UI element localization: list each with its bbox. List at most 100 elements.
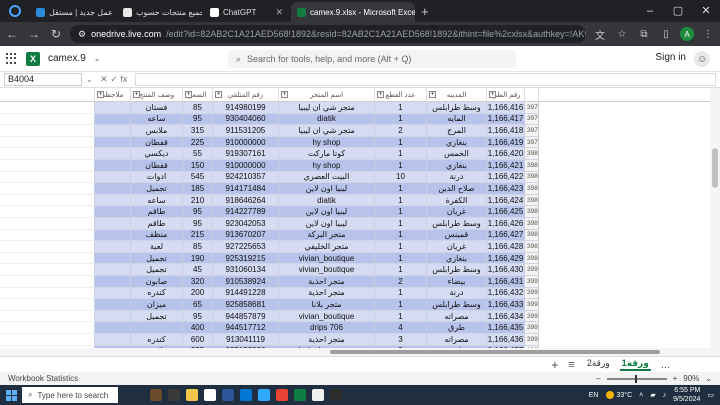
table-cell[interactable] <box>95 113 131 126</box>
table-cell[interactable] <box>95 136 131 149</box>
maximize-icon[interactable]: ▢ <box>664 0 692 22</box>
table-cell[interactable]: 1,166,434 <box>487 310 525 323</box>
table-cell[interactable] <box>95 218 131 230</box>
windows-start-icon[interactable] <box>0 385 22 405</box>
table-cell[interactable]: hy shop <box>279 136 375 149</box>
column-header[interactable]: ▾ السعر <box>183 88 213 102</box>
browser-tab[interactable]: ChatGPT ✕ <box>204 2 289 22</box>
table-row[interactable]: ادوات 545 924210357 البيت العصري 10 درنة 1,166… <box>0 171 720 184</box>
row-number[interactable]: 3992 <box>525 287 539 300</box>
table-cell[interactable]: غريان <box>427 241 487 253</box>
table-cell[interactable]: 1 <box>375 310 427 323</box>
table-cell[interactable]: قفطان <box>131 160 183 172</box>
empty-cells[interactable] <box>0 125 95 137</box>
table-cell[interactable]: الكفرة <box>427 194 487 207</box>
table-cell[interactable] <box>95 229 131 242</box>
filter-dropdown-icon[interactable]: ▾ <box>215 91 222 98</box>
table-cell[interactable]: طرق <box>427 322 487 334</box>
table-cell[interactable] <box>95 125 131 137</box>
row-number[interactable]: 3977 <box>525 113 539 126</box>
table-cell[interactable] <box>95 299 131 311</box>
table-cell[interactable]: 918646264 <box>213 194 279 207</box>
table-cell[interactable]: 65 <box>183 299 213 311</box>
minimize-icon[interactable]: – <box>636 0 664 22</box>
table-row[interactable]: ديكسي 55 919307161 كوتا ماركت 1 الخمس 1,166,42… <box>0 148 720 160</box>
table-cell[interactable]: 400 <box>183 322 213 334</box>
word-icon[interactable] <box>222 389 234 401</box>
table-cell[interactable]: 600 <box>183 334 213 346</box>
row-number[interactable]: 3985 <box>525 206 539 218</box>
profile-avatar[interactable]: A <box>680 27 694 41</box>
table-cell[interactable]: غريان <box>427 206 487 218</box>
browser-tab[interactable]: حسابات حسوب - جميع منتجات حسوب✕ <box>117 2 202 22</box>
volume-icon[interactable]: ♪ <box>663 392 667 399</box>
row-number[interactable]: 3983 <box>525 183 539 195</box>
table-cell[interactable]: 1 <box>375 287 427 300</box>
table-cell[interactable] <box>95 148 131 160</box>
vertical-scroll-thumb[interactable] <box>712 148 718 188</box>
table-cell[interactable]: 45 <box>183 264 213 276</box>
column-header[interactable]: ▾ عدد القطع <box>375 88 427 102</box>
table-cell[interactable]: 545 <box>183 171 213 184</box>
workbook-statistics[interactable]: Workbook Statistics <box>8 374 78 383</box>
table-cell[interactable] <box>95 287 131 300</box>
chevron-down-icon[interactable]: ⌄ <box>86 75 93 84</box>
table-cell[interactable]: 1 <box>375 229 427 242</box>
table-cell[interactable]: 1 <box>375 102 427 114</box>
table-cell[interactable]: 315 <box>183 125 213 137</box>
table-cell[interactable]: لعبة <box>131 241 183 253</box>
table-cell[interactable]: drips 706 <box>279 322 375 334</box>
table-cell[interactable]: 913041119 <box>213 334 279 346</box>
empty-cells[interactable] <box>0 310 95 323</box>
fx-icon[interactable]: fx <box>120 74 127 84</box>
table-cell[interactable]: 1 <box>375 183 427 195</box>
chevron-down-icon[interactable]: ⌄ <box>94 54 101 63</box>
table-cell[interactable]: تجميل <box>131 252 183 265</box>
forward-icon[interactable]: → <box>26 27 42 41</box>
table-cell[interactable]: 1 <box>375 148 427 160</box>
table-cell[interactable] <box>95 206 131 218</box>
table-cell[interactable]: بيضاء <box>427 276 487 288</box>
confirm-icon[interactable]: ✓ <box>110 74 118 84</box>
table-cell[interactable]: الخمس <box>427 148 487 160</box>
extensions-icon[interactable]: ⧉ <box>636 29 652 40</box>
table-cell[interactable]: كندره <box>131 334 183 346</box>
table-cell[interactable]: 944857879 <box>213 310 279 323</box>
row-number[interactable]: 3976 <box>525 102 539 114</box>
table-cell[interactable]: 1,166,417 <box>487 113 525 126</box>
task-view-icon[interactable] <box>168 389 180 401</box>
table-cell[interactable]: بنغازي <box>427 160 487 172</box>
horizontal-scrollbar[interactable] <box>0 348 720 356</box>
table-cell[interactable]: متجر شي ان ليبيا <box>279 125 375 137</box>
table-cell[interactable]: 1,166,421 <box>487 160 525 172</box>
table-cell[interactable]: المايه <box>427 113 487 126</box>
row-number[interactable]: 3987 <box>525 229 539 242</box>
table-row[interactable]: تجميل 185 914171484 ليبيا اون لاين 1 صلاح الد… <box>0 183 720 195</box>
zoom-slider-handle[interactable] <box>634 374 637 383</box>
table-cell[interactable]: 927225653 <box>213 241 279 253</box>
store-icon[interactable] <box>204 389 216 401</box>
row-number[interactable]: 3986 <box>525 218 539 230</box>
vertical-scrollbar[interactable] <box>710 88 720 352</box>
horizontal-scroll-thumb[interactable] <box>330 350 660 354</box>
network-icon[interactable]: ▰ <box>650 391 655 399</box>
row-number[interactable]: 3989 <box>525 252 539 265</box>
empty-cells[interactable] <box>0 194 95 207</box>
football-widget-icon[interactable] <box>150 389 162 401</box>
table-cell[interactable]: تجميل <box>131 183 183 195</box>
table-cell[interactable]: 10 <box>375 171 427 184</box>
row-number[interactable]: 3996 <box>525 334 539 346</box>
table-cell[interactable]: صابون <box>131 276 183 288</box>
table-cell[interactable]: 2 <box>375 276 427 288</box>
table-row[interactable]: لعبة 85 927225653 متجر الخليفي 1 غريان 1,166,4… <box>0 241 720 253</box>
row-number[interactable]: 3994 <box>525 310 539 323</box>
empty-cells[interactable] <box>0 102 95 114</box>
table-cell[interactable]: 914491228 <box>213 287 279 300</box>
table-cell[interactable]: 4 <box>375 322 427 334</box>
browser-menu-dots-icon[interactable]: ⋮ <box>700 29 716 40</box>
table-cell[interactable]: 95 <box>183 113 213 126</box>
taskbar-search-input[interactable]: ⌕ Type here to search <box>22 387 118 403</box>
app-icon[interactable] <box>330 389 342 401</box>
table-cell[interactable] <box>95 252 131 265</box>
table-row[interactable]: كندره 200 914491228 متجر احذية 1 درنة 1,166,43… <box>0 287 720 300</box>
